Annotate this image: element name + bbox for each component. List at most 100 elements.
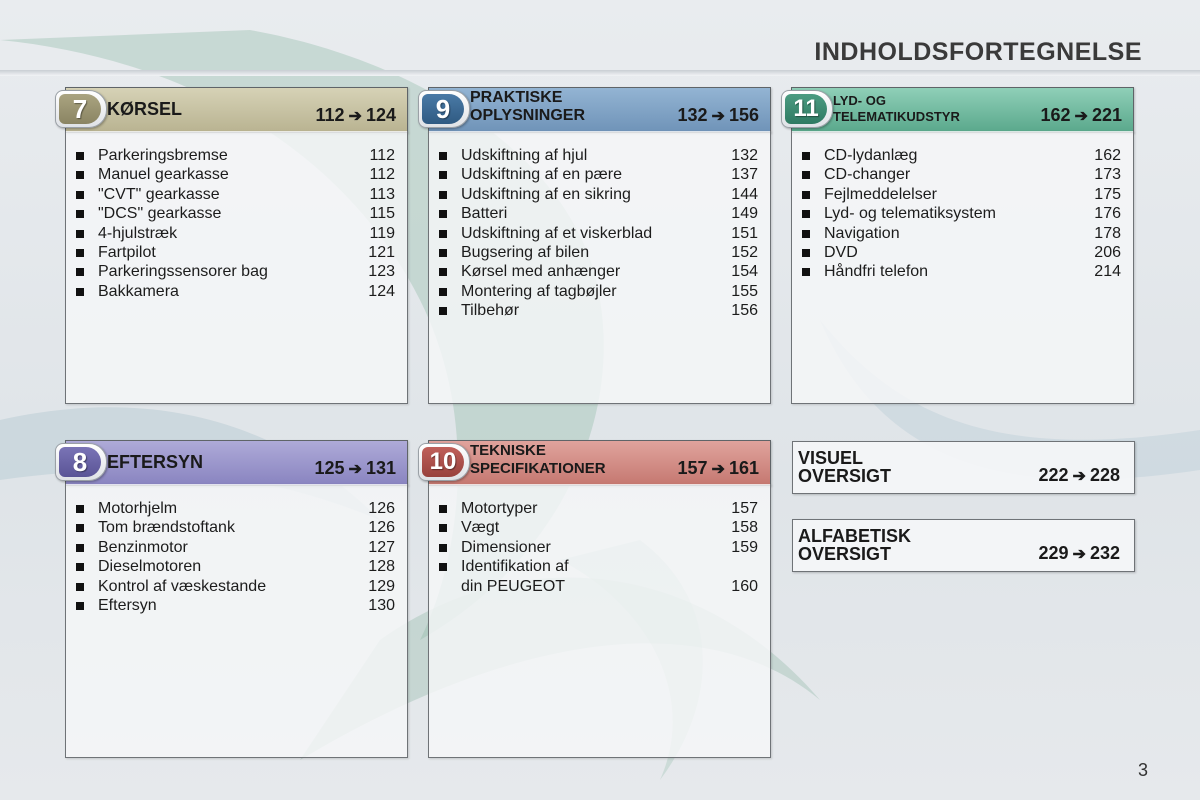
list-item[interactable]: Udskiftning af hjul 132 bbox=[439, 146, 758, 165]
overview-title: VISUEL OVERSIGT bbox=[798, 448, 892, 486]
list-item[interactable]: Manuel gearkasse 112 bbox=[76, 165, 395, 184]
list-item[interactable]: DVD 206 bbox=[802, 243, 1121, 262]
bullet-icon bbox=[76, 563, 84, 572]
list-item[interactable]: Parkeringssensorer bag 123 bbox=[76, 262, 395, 281]
section-number-badge[interactable]: 7 bbox=[55, 90, 107, 128]
bullet-icon bbox=[439, 248, 447, 257]
section-body: CD-lydanlæg 162 CD-changer 173 Fejlmeddele… bbox=[791, 131, 1134, 404]
section-header: 7 KØRSEL 112 ➔ 124 bbox=[55, 87, 408, 133]
alphabetical-overview-box[interactable]: ALFABETISK OVERSIGT 229 ➔ 232 bbox=[792, 519, 1135, 572]
bullet-icon bbox=[76, 524, 84, 533]
section-title[interactable]: TEKNISKE SPECIFIKATIONER bbox=[470, 442, 606, 478]
list-item[interactable]: Udskiftning af en pære 137 bbox=[439, 165, 758, 184]
list-item[interactable]: Montering af tagbøjler 155 bbox=[439, 282, 758, 301]
bullet-icon bbox=[76, 210, 84, 219]
section-number-badge[interactable]: 11 bbox=[781, 90, 833, 128]
list-item[interactable]: Kørsel med anhænger 154 bbox=[439, 262, 758, 281]
list-item[interactable]: Batteri 149 bbox=[439, 204, 758, 223]
section-body: Parkeringsbremse 112 Manuel gearkasse 112 … bbox=[65, 131, 408, 404]
list-item[interactable]: Udskiftning af et viskerblad 151 bbox=[439, 224, 758, 243]
item-list: Parkeringsbremse 112 Manuel gearkasse 112 … bbox=[76, 146, 395, 301]
arrow-right-icon: ➔ bbox=[1072, 468, 1086, 485]
bullet-icon bbox=[439, 505, 447, 513]
list-item[interactable]: Håndfri telefon 214 bbox=[802, 262, 1121, 281]
bullet-icon bbox=[802, 248, 810, 257]
list-item[interactable]: Lyd- og telematiksystem 176 bbox=[802, 204, 1121, 223]
section-header: 8 EFTERSYN 125 ➔ 131 bbox=[55, 440, 408, 486]
list-item[interactable]: Dimensioner 159 bbox=[439, 538, 758, 557]
list-item[interactable]: Fejlmeddelelser 175 bbox=[802, 185, 1121, 204]
section-korsel: 7 KØRSEL 112 ➔ 124 Parkeringsbremse 112 Man… bbox=[55, 87, 408, 404]
bullet-icon bbox=[76, 268, 84, 277]
bullet-icon bbox=[76, 287, 84, 296]
bullet-icon bbox=[439, 287, 447, 296]
list-item[interactable]: Tilbehør 156 bbox=[439, 301, 758, 320]
section-title[interactable]: KØRSEL bbox=[107, 99, 182, 120]
bullet-icon bbox=[439, 307, 447, 316]
list-item[interactable]: 4-hjulstræk 119 bbox=[76, 224, 395, 243]
arrow-right-icon: ➔ bbox=[1074, 108, 1088, 125]
list-item[interactable]: "CVT" gearkasse 113 bbox=[76, 185, 395, 204]
overview-title: ALFABETISK OVERSIGT bbox=[798, 526, 912, 564]
visual-overview-box[interactable]: VISUEL OVERSIGT 222 ➔ 228 bbox=[792, 441, 1135, 494]
bullet-icon bbox=[76, 190, 84, 199]
section-eftersyn: 8 EFTERSYN 125 ➔ 131 Motorhjelm 126 Tom bræ… bbox=[55, 440, 408, 758]
section-lyd-og-telematikudstyr: 11 LYD- OG TELEMATIKUDSTYR 162 ➔ 221 CD-lyd… bbox=[781, 87, 1134, 404]
list-item[interactable]: Benzinmotor 127 bbox=[76, 538, 395, 557]
list-item[interactable]: Dieselmotoren 128 bbox=[76, 557, 395, 576]
section-number-badge[interactable]: 10 bbox=[418, 443, 470, 481]
bullet-icon bbox=[76, 601, 84, 610]
bullet-icon bbox=[76, 505, 84, 513]
section-title[interactable]: EFTERSYN bbox=[107, 452, 203, 473]
list-item[interactable]: Fartpilot 121 bbox=[76, 243, 395, 262]
item-list: Udskiftning af hjul 132 Udskiftning af en… bbox=[439, 146, 758, 321]
list-item[interactable]: CD-changer 173 bbox=[802, 165, 1121, 184]
list-item[interactable]: Tom brændstoftank 126 bbox=[76, 518, 395, 537]
list-item[interactable]: Udskiftning af en sikring 144 bbox=[439, 185, 758, 204]
page-title: INDHOLDSFORTEGNELSE bbox=[814, 38, 1142, 66]
section-header: 11 LYD- OG TELEMATIKUDSTYR 162 ➔ 221 bbox=[781, 87, 1134, 133]
section-body: Motortyper 157 Vægt 158 Dimensioner 159 Ide… bbox=[428, 484, 771, 758]
list-item[interactable]: Eftersyn 130 bbox=[76, 596, 395, 615]
section-title[interactable]: LYD- OG TELEMATIKUDSTYR bbox=[833, 93, 960, 125]
list-item[interactable]: din PEUGEOT 160 bbox=[439, 577, 758, 596]
list-item[interactable]: Bugsering af bilen 152 bbox=[439, 243, 758, 262]
section-body: Udskiftning af hjul 132 Udskiftning af en… bbox=[428, 131, 771, 404]
section-header: 10 TEKNISKE SPECIFIKATIONER 157 ➔ 161 bbox=[418, 440, 771, 486]
list-item[interactable]: "DCS" gearkasse 115 bbox=[76, 204, 395, 223]
section-page-range: 162 ➔ 221 bbox=[1040, 105, 1123, 125]
bullet-icon bbox=[802, 268, 810, 277]
bullet-icon bbox=[439, 229, 447, 238]
bullet-icon bbox=[76, 248, 84, 257]
bullet-icon bbox=[439, 190, 447, 199]
section-page-range: 125 ➔ 131 bbox=[314, 458, 397, 478]
arrow-right-icon: ➔ bbox=[1072, 546, 1086, 563]
section-title[interactable]: PRAKTISKE OPLYSNINGER bbox=[470, 89, 585, 125]
overview-page-range: 229 ➔ 232 bbox=[1038, 543, 1121, 563]
bullet-icon bbox=[439, 210, 447, 219]
item-list: Motorhjelm 126 Tom brændstoftank 126 Benzi… bbox=[76, 499, 395, 615]
section-header: 9 PRAKTISKE OPLYSNINGER 132 ➔ 156 bbox=[418, 87, 771, 133]
bullet-icon bbox=[76, 171, 84, 180]
bullet-icon bbox=[802, 152, 810, 160]
list-item[interactable]: Motortyper 157 bbox=[439, 499, 758, 518]
bullet-icon bbox=[802, 190, 810, 199]
section-page-range: 132 ➔ 156 bbox=[677, 105, 760, 125]
bullet-icon bbox=[76, 152, 84, 160]
section-number-badge[interactable]: 9 bbox=[418, 90, 470, 128]
item-list: Motortyper 157 Vægt 158 Dimensioner 159 Ide… bbox=[439, 499, 758, 596]
list-item[interactable]: Bakkamera 124 bbox=[76, 282, 395, 301]
list-item[interactable]: Kontrol af væskestande 129 bbox=[76, 577, 395, 596]
list-item[interactable]: CD-lydanlæg 162 bbox=[802, 146, 1121, 165]
bullet-icon bbox=[439, 563, 447, 572]
section-number-badge[interactable]: 8 bbox=[55, 443, 107, 481]
section-page-range: 157 ➔ 161 bbox=[677, 458, 760, 478]
list-item[interactable]: Motorhjelm 126 bbox=[76, 499, 395, 518]
list-item[interactable]: Vægt 158 bbox=[439, 518, 758, 537]
bullet-icon bbox=[802, 229, 810, 238]
bullet-icon bbox=[802, 210, 810, 219]
header-rule bbox=[0, 70, 1200, 76]
list-item[interactable]: Identifikation af bbox=[439, 557, 758, 576]
list-item[interactable]: Parkeringsbremse 112 bbox=[76, 146, 395, 165]
list-item[interactable]: Navigation 178 bbox=[802, 224, 1121, 243]
